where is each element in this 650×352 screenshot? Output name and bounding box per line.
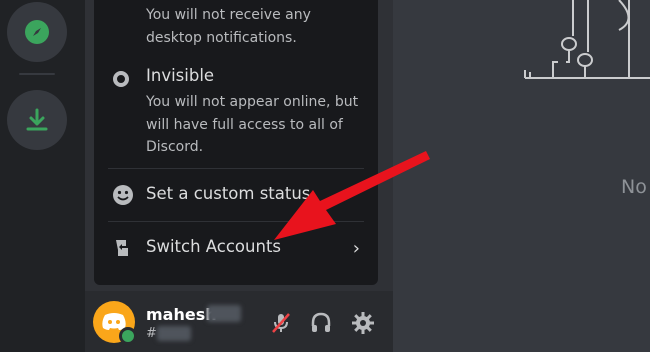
illustration-lamps (524, 0, 650, 79)
invisible-title[interactable]: Invisible (146, 66, 214, 85)
custom-status-label: Set a custom status (146, 184, 311, 203)
gear-icon[interactable] (351, 311, 375, 335)
explore-servers-button[interactable] (7, 2, 67, 62)
main-partial-text: No (621, 176, 647, 198)
compass-icon (25, 20, 49, 44)
switch-accounts-item[interactable]: Switch Accounts › (100, 228, 370, 268)
rail-separator (19, 73, 55, 75)
server-rail (0, 0, 85, 352)
headphones-icon[interactable] (309, 311, 333, 335)
online-status-indicator (119, 327, 137, 345)
redacted-discriminator (157, 326, 191, 341)
user-discriminator: # (146, 326, 157, 341)
redacted-name (207, 305, 241, 322)
dnd-description: You will not receive any desktop notific… (146, 7, 311, 46)
set-custom-status-item[interactable]: Set a custom status (100, 175, 370, 215)
invisible-status-icon (113, 71, 129, 87)
download-icon (26, 108, 48, 131)
menu-divider (108, 221, 364, 222)
switch-accounts-icon (116, 240, 128, 256)
smiley-icon (113, 185, 133, 205)
microphone-muted-icon[interactable] (269, 311, 293, 335)
invisible-description: You will not appear online, but will hav… (146, 94, 359, 155)
menu-divider (108, 168, 364, 169)
switch-accounts-label: Switch Accounts (146, 237, 282, 256)
chevron-right-icon: › (352, 238, 360, 259)
download-apps-button[interactable] (7, 90, 67, 150)
main-content: No (393, 0, 650, 352)
